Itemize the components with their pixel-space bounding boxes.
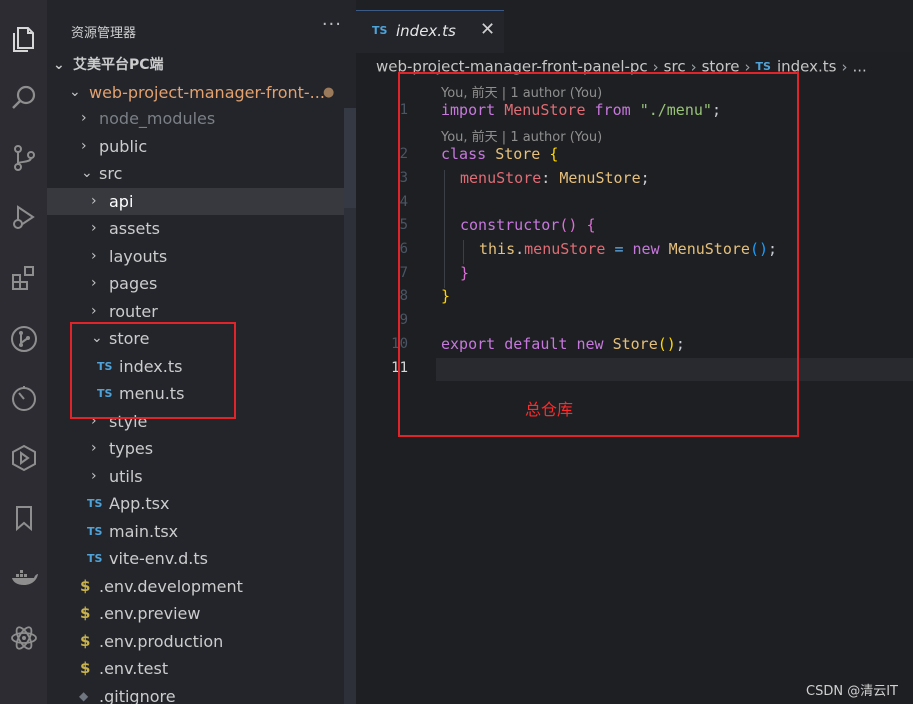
sidebar-header: 资源管理器 ···: [47, 0, 356, 55]
tree-file-env-development[interactable]: $ .env.development: [47, 573, 343, 600]
tree-item-label: public: [99, 137, 148, 156]
docker-icon[interactable]: [0, 555, 47, 601]
live-share-icon[interactable]: [0, 435, 47, 481]
breadcrumb-ellipsis[interactable]: ...: [852, 58, 866, 76]
modified-dot-icon: ●: [323, 85, 335, 100]
bookmarks-icon[interactable]: [0, 495, 47, 541]
tree-item-label: src: [99, 164, 123, 183]
highlight-box-store-folder: [70, 322, 236, 419]
git-graph-icon[interactable]: [0, 316, 47, 362]
tree-item-label: .env.preview: [99, 604, 201, 623]
tree-item-label: .gitignore: [99, 687, 176, 704]
chevron-right-icon: ›: [841, 57, 848, 76]
run-debug-icon[interactable]: [0, 194, 47, 240]
chevron-right-icon: ›: [91, 193, 97, 209]
workspace-root[interactable]: ⌄ 艾美平台PC端: [47, 52, 343, 79]
react-icon[interactable]: [0, 615, 47, 661]
tree-file-main-tsx[interactable]: TS main.tsx: [47, 518, 343, 545]
typescript-file-icon: TS: [87, 497, 103, 510]
chevron-right-icon: ›: [91, 440, 97, 456]
sidebar-scrollbar-thumb[interactable]: [344, 108, 356, 208]
tree-item-label: main.tsx: [109, 522, 179, 541]
tree-folder-types[interactable]: › types: [47, 435, 343, 462]
tree-folder-public[interactable]: › public: [47, 133, 343, 160]
chevron-right-icon: ›: [91, 275, 97, 291]
env-file-icon: $: [80, 659, 91, 677]
tree-item-label: assets: [109, 219, 160, 238]
explorer-icon[interactable]: [0, 16, 47, 62]
chevron-right-icon: ›: [91, 468, 97, 484]
typescript-file-icon: TS: [87, 552, 103, 565]
chevron-right-icon: ›: [81, 110, 87, 126]
tab-bar: TS index.ts ✕: [356, 0, 913, 53]
tree-file-env-production[interactable]: $ .env.production: [47, 628, 343, 655]
chevron-right-icon: ›: [91, 248, 97, 264]
tree-item-label: App.tsx: [109, 494, 170, 513]
chevron-right-icon: ›: [91, 303, 97, 319]
tree-item-label: .env.test: [99, 659, 169, 678]
search-icon[interactable]: [0, 75, 47, 121]
tab-label: index.ts: [396, 22, 456, 40]
typescript-file-icon: TS: [372, 24, 388, 37]
tree-folder-pages[interactable]: › pages: [47, 270, 343, 297]
more-actions-icon[interactable]: ···: [322, 14, 342, 35]
tree-item-label: pages: [109, 274, 158, 293]
close-icon[interactable]: ✕: [480, 19, 495, 40]
tab-index-ts[interactable]: TS index.ts ✕: [356, 10, 504, 53]
tree-file-vite-env[interactable]: TS vite-env.d.ts: [47, 545, 343, 572]
tree-item-label: .env.development: [99, 577, 243, 596]
tree-folder-api[interactable]: › api: [47, 188, 356, 215]
chevron-right-icon: ›: [91, 220, 97, 236]
tree-folder-src[interactable]: ⌄ src: [47, 160, 343, 187]
git-file-icon: ◆: [79, 689, 89, 703]
tree-file-env-preview[interactable]: $ .env.preview: [47, 600, 343, 627]
source-control-icon[interactable]: [0, 135, 47, 181]
tree-folder-node-modules[interactable]: › node_modules: [47, 105, 343, 132]
tree-item-label: .env.production: [99, 632, 224, 651]
tree-folder-layouts[interactable]: › layouts: [47, 243, 343, 270]
tree-folder-utils[interactable]: › utils: [47, 463, 343, 490]
tree-item-label: router: [109, 302, 158, 321]
tree-file-env-test[interactable]: $ .env.test: [47, 655, 343, 682]
tree-item-label: vite-env.d.ts: [109, 549, 208, 568]
chevron-down-icon: ⌄: [69, 84, 81, 100]
tree-item-label: node_modules: [99, 109, 216, 128]
tree-item-label: 艾美平台PC端: [73, 57, 164, 73]
tree-item-label: utils: [109, 467, 143, 486]
chevron-down-icon: ⌄: [81, 165, 93, 181]
tree-file-gitignore[interactable]: ◆ .gitignore: [47, 683, 343, 704]
sidebar-title: 资源管理器: [71, 26, 137, 41]
chevron-down-icon: ⌄: [53, 57, 65, 73]
annotation-label: 总仓库: [525, 400, 574, 419]
tree-file-app-tsx[interactable]: TS App.tsx: [47, 490, 343, 517]
tree-folder-assets[interactable]: › assets: [47, 215, 343, 242]
tree-item-label: layouts: [109, 247, 168, 266]
env-file-icon: $: [80, 604, 91, 622]
typescript-file-icon: TS: [87, 525, 103, 538]
watermark: CSDN @清云IT: [806, 684, 898, 699]
env-file-icon: $: [80, 577, 91, 595]
tree-item-label: api: [109, 192, 134, 211]
highlight-box-code: [398, 72, 799, 437]
tree-folder-router[interactable]: › router: [47, 298, 343, 325]
extensions-icon[interactable]: [0, 255, 47, 301]
tree-item-label: web-project-manager-front-...: [89, 83, 325, 102]
tree-folder-project[interactable]: ⌄ web-project-manager-front-... ●: [47, 79, 343, 106]
activity-bar: [0, 0, 47, 704]
timeline-icon[interactable]: [0, 375, 47, 421]
env-file-icon: $: [80, 632, 91, 650]
chevron-right-icon: ›: [81, 138, 87, 154]
tree-item-label: types: [109, 439, 154, 458]
